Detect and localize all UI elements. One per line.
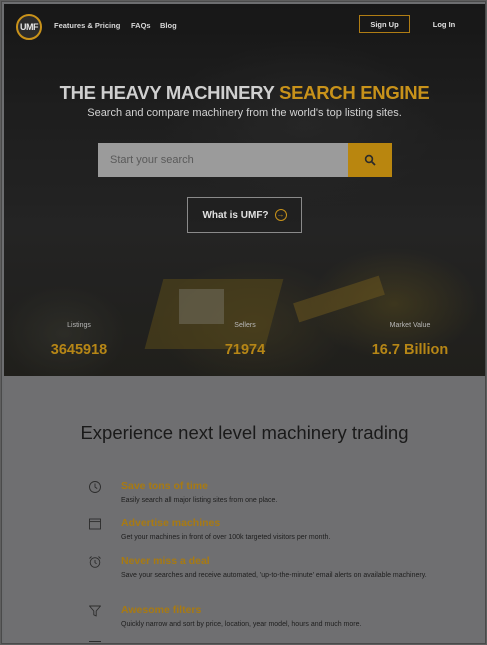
feature-title: Save tons of time [121, 480, 208, 492]
stat-value: 16.7 Billion [371, 342, 449, 358]
stat-sellers: Sellers 71974 [170, 322, 320, 358]
nav-link-features-pricing[interactable]: Features & Pricing [54, 21, 120, 30]
stat-label: Market Value [389, 322, 431, 329]
log-in-button[interactable]: Log In [424, 15, 464, 33]
nav-link-blog[interactable]: Blog [160, 21, 177, 30]
nav-link-faqs[interactable]: FAQs [131, 21, 151, 30]
feature-title: Never miss a deal [121, 555, 210, 567]
features-title: Experience next level machinery trading [80, 422, 409, 443]
clock-icon [89, 481, 101, 493]
feature-description: Quickly narrow and sort by price, locati… [121, 621, 362, 628]
hero-subheadline: Search and compare machinery from the wo… [87, 107, 402, 119]
arrow-right-circle-icon: → [274, 209, 287, 221]
top-nav: UMF Features & Pricing FAQs Blog Sign Up… [4, 4, 485, 48]
umf-logo[interactable]: UMF [16, 14, 42, 40]
what-is-umf-label: What is UMF? [202, 209, 269, 221]
logo-text: UMF [20, 22, 39, 32]
stat-value: 71974 [224, 342, 266, 358]
feature-title: Advertise machines [121, 517, 221, 529]
next-feature-icon-partial [89, 641, 101, 643]
search-button[interactable] [348, 143, 392, 177]
feature-description: Easily search all major listing sites fr… [121, 497, 278, 504]
browser-window-icon [89, 518, 101, 530]
alarm-clock-icon [89, 556, 101, 568]
stat-label: Listings [67, 322, 91, 329]
sign-up-button[interactable]: Sign Up [359, 15, 410, 33]
hero-headline: THE HEAVY MACHINERY SEARCH ENGINE [4, 82, 485, 104]
hero-overlay [4, 4, 485, 376]
filter-icon [89, 605, 101, 617]
search-icon [364, 154, 376, 166]
stat-listings: Listings 3645918 [4, 322, 154, 358]
stat-label: Sellers [234, 322, 256, 329]
feature-description: Get your machines in front of over 100k … [121, 534, 331, 541]
page-frame: UMF Features & Pricing FAQs Blog Sign Up… [1, 1, 486, 644]
search-input[interactable] [98, 143, 348, 177]
headline-accent-text: SEARCH ENGINE [279, 82, 430, 103]
stat-market-value: Market Value 16.7 Billion [335, 322, 485, 358]
stat-value: 3645918 [50, 342, 108, 358]
hero-section: UMF Features & Pricing FAQs Blog Sign Up… [4, 4, 485, 376]
headline-text: THE HEAVY MACHINERY [59, 82, 280, 103]
features-section: Experience next level machinery trading … [4, 376, 485, 643]
feature-title: Awesome filters [121, 604, 202, 616]
feature-description: Save your searches and receive automated… [121, 572, 427, 579]
what-is-umf-button[interactable]: What is UMF? → [187, 197, 302, 233]
